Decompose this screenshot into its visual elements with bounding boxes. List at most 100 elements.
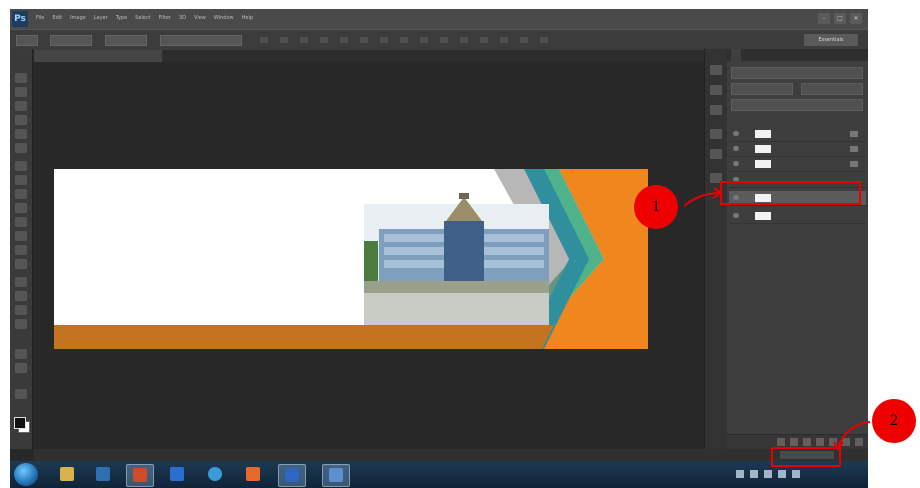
menu-file[interactable]: File [36,14,44,23]
align-icon[interactable] [340,37,348,43]
menu-edit[interactable]: Edit [52,14,62,23]
taskbar-app-media[interactable] [90,464,116,485]
foreground-color-swatch[interactable] [14,417,26,429]
taskbar-app-chrome[interactable] [202,464,228,485]
menu-view[interactable]: View [194,14,206,23]
document-tab-active[interactable] [34,50,162,62]
taskbar-app-explorer[interactable] [54,464,80,485]
layer-row[interactable] [729,142,866,157]
taskbar-app-photoshop[interactable] [126,464,154,487]
tab-channels[interactable] [767,49,777,61]
eyedropper-tool-icon[interactable] [15,143,27,153]
layer-fx-icon[interactable] [850,131,858,137]
align-icon[interactable] [280,37,288,43]
align-icon[interactable] [260,37,268,43]
menu-3d[interactable]: 3D [179,14,186,23]
minimize-button[interactable]: – [818,13,830,24]
folder-icon[interactable] [829,438,837,446]
taskbar-app-mail[interactable] [164,464,190,485]
menu-window[interactable]: Window [214,14,234,23]
menu-image[interactable]: Image [70,14,86,23]
mask-icon[interactable] [803,438,811,446]
tray-arrow-icon[interactable] [736,470,744,478]
canvas-area[interactable] [34,62,704,449]
windows-start-icon[interactable] [14,463,38,486]
taskbar-app-powerpoint[interactable] [240,464,266,485]
adjustment-layer-icon[interactable] [816,438,824,446]
layer-row[interactable] [729,157,866,172]
zoom-tool-icon[interactable] [15,363,27,373]
align-icon[interactable] [360,37,368,43]
workspace-switcher[interactable]: Essentials [804,34,858,46]
banner-artwork[interactable] [54,169,648,349]
option-field-2[interactable] [105,35,147,46]
blur-tool-icon[interactable] [15,245,27,255]
pen-tool-icon[interactable] [15,277,27,287]
type-tool-icon[interactable] [15,291,27,301]
eye-icon[interactable] [733,146,739,151]
history-icon[interactable] [710,65,722,75]
tab-layers[interactable] [731,49,741,61]
close-button[interactable]: ✕ [850,13,862,24]
layer-row[interactable] [729,127,866,142]
fx-icon[interactable] [790,438,798,446]
align-icon[interactable] [300,37,308,43]
align-icon[interactable] [440,37,448,43]
menu-layer[interactable]: Layer [94,14,108,23]
taskbar-app-window[interactable] [322,464,350,487]
brush-tool-icon[interactable] [15,175,27,185]
eye-icon[interactable] [733,213,739,218]
move-tool-icon[interactable] [15,73,27,83]
align-icon[interactable] [480,37,488,43]
layer-fx-icon[interactable] [850,146,858,152]
history-brush-tool-icon[interactable] [15,203,27,213]
network-icon[interactable] [764,470,772,478]
align-icon[interactable] [320,37,328,43]
trash-icon[interactable] [855,438,863,446]
menu-filter[interactable]: Filter [159,14,171,23]
document-tab[interactable] [156,50,324,62]
adjustments-icon[interactable] [710,105,722,115]
option-field-1[interactable] [50,35,92,46]
battery-icon[interactable] [792,470,800,478]
eye-icon[interactable] [733,131,739,136]
healing-tool-icon[interactable] [15,161,27,171]
maximize-button[interactable]: □ [834,13,846,24]
option-field-3[interactable] [160,35,242,46]
dodge-tool-icon[interactable] [15,259,27,269]
opacity-field[interactable] [801,83,863,95]
align-icon[interactable] [420,37,428,43]
align-icon[interactable] [540,37,548,43]
menu-help[interactable]: Help [242,14,253,23]
volume-icon[interactable] [778,470,786,478]
align-icon[interactable] [380,37,388,43]
quick-select-tool-icon[interactable] [15,115,27,125]
blend-mode-select[interactable] [731,83,793,95]
character-icon[interactable] [710,129,722,139]
quick-mask-icon[interactable] [15,389,27,399]
tool-preset-picker[interactable] [16,35,38,46]
clone-stamp-tool-icon[interactable] [15,189,27,199]
lasso-tool-icon[interactable] [15,101,27,111]
path-select-tool-icon[interactable] [15,305,27,315]
hand-tool-icon[interactable] [15,349,27,359]
crop-tool-icon[interactable] [15,129,27,139]
marquee-tool-icon[interactable] [15,87,27,97]
layer-filter-row[interactable] [731,67,863,79]
align-icon[interactable] [520,37,528,43]
new-layer-icon[interactable] [842,438,850,446]
gradient-tool-icon[interactable] [15,231,27,241]
layer-row[interactable] [729,209,866,224]
properties-icon[interactable] [710,85,722,95]
link-icon[interactable] [777,438,785,446]
paragraph-icon[interactable] [710,149,722,159]
eraser-tool-icon[interactable] [15,217,27,227]
layer-fx-icon[interactable] [850,161,858,167]
flag-icon[interactable] [750,470,758,478]
align-icon[interactable] [400,37,408,43]
menu-select[interactable]: Select [135,14,150,23]
shape-tool-icon[interactable] [15,319,27,329]
tab-paths[interactable] [807,49,817,61]
taskbar-app-word[interactable] [278,464,306,487]
menu-type[interactable]: Type [116,14,127,23]
